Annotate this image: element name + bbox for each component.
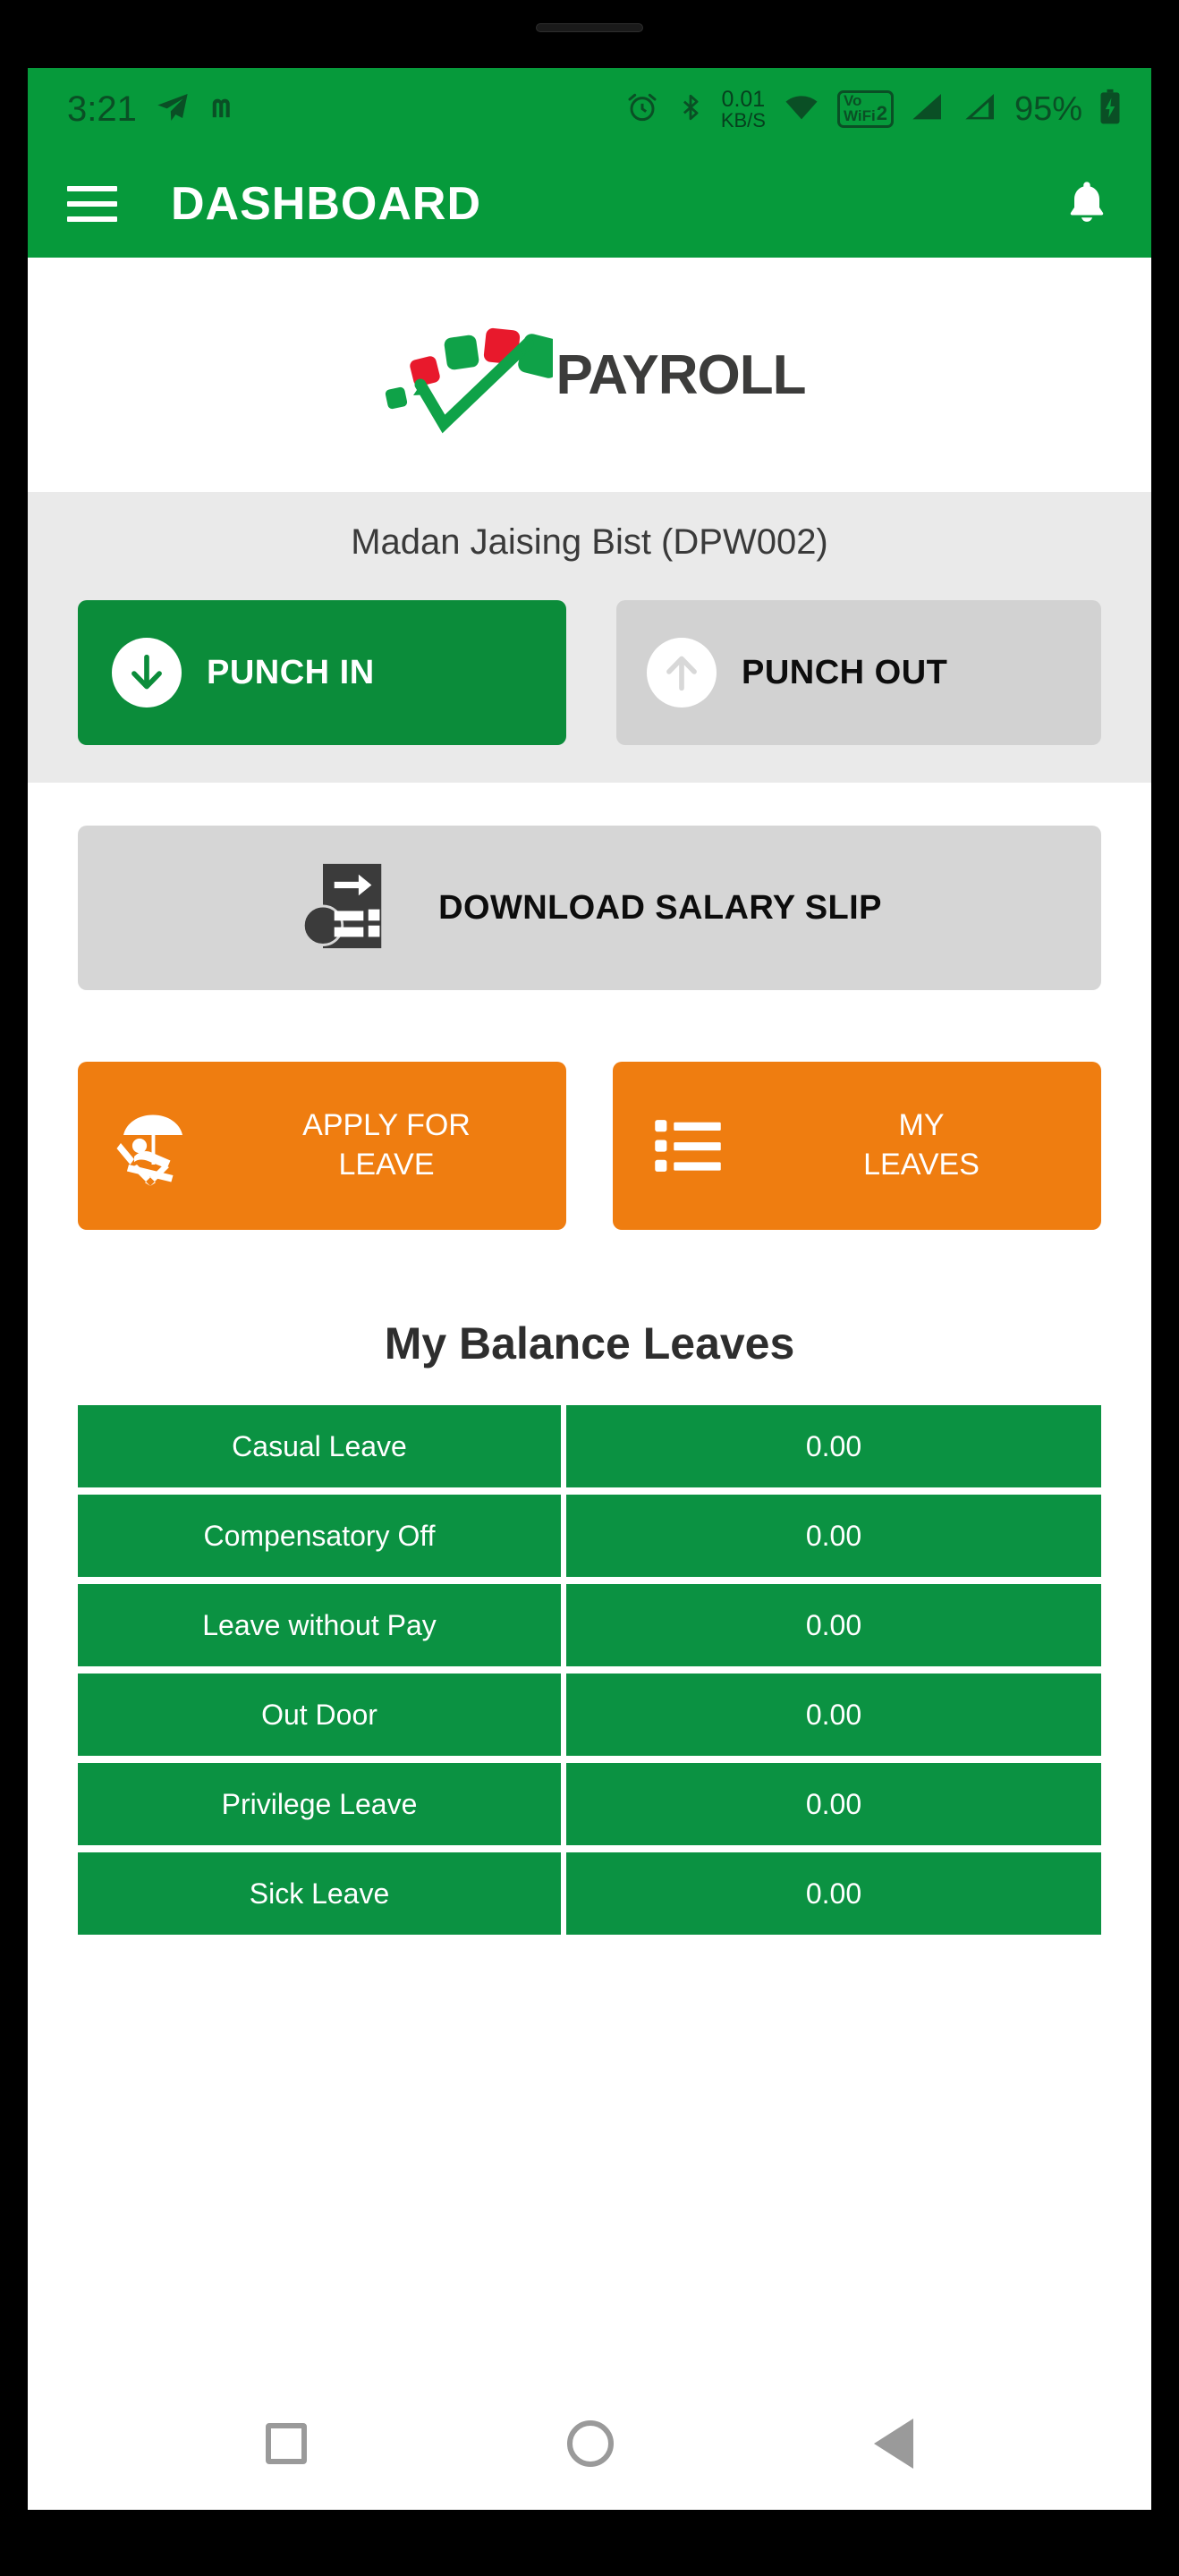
table-row: Compensatory Off 0.00 [78, 1495, 1101, 1577]
table-row: Privilege Leave 0.00 [78, 1763, 1101, 1845]
apply-for-leave-label: APPLY FOR LEAVE [228, 1106, 566, 1184]
network-speed-unit: KB/S [720, 108, 766, 131]
brand-logo: PAYROLL [374, 306, 806, 445]
network-speed-indicator: 0.01 KB/S [720, 86, 766, 131]
download-salary-slip-label: DOWNLOAD SALARY SLIP [438, 888, 882, 927]
punch-out-button[interactable]: PUNCH OUT [616, 600, 1101, 745]
my-leaves-button[interactable]: MY LEAVES [613, 1062, 1101, 1230]
balance-leaves-table: Casual Leave 0.00 Compensatory Off 0.00 … [28, 1405, 1151, 1935]
balance-leaves-title: My Balance Leaves [28, 1230, 1151, 1405]
leave-value-cell: 0.00 [566, 1763, 1101, 1845]
salary-slip-section: DOWNLOAD SALARY SLIP [28, 783, 1151, 990]
employee-name: Madan Jaising Bist (DPW002) [351, 522, 828, 562]
punch-in-label: PUNCH IN [207, 653, 375, 691]
download-salary-slip-button[interactable]: DOWNLOAD SALARY SLIP [78, 826, 1101, 990]
status-time: 3:21 [67, 89, 137, 129]
table-row: Casual Leave 0.00 [78, 1405, 1101, 1487]
status-bar: 3:21 0.01 KB/S Vo WiFi 2 95% [28, 68, 1151, 150]
leave-type-cell: Compensatory Off [78, 1495, 561, 1577]
notification-bell-icon[interactable] [1062, 175, 1112, 233]
signal-bars-icon-sim2 [962, 89, 999, 130]
vowifi-sim-number: 2 [876, 101, 887, 124]
punch-in-button[interactable]: PUNCH IN [78, 600, 566, 745]
table-row: Leave without Pay 0.00 [78, 1584, 1101, 1666]
leave-value-cell: 0.00 [566, 1852, 1101, 1935]
square-recents-icon[interactable] [265, 2423, 307, 2464]
wifi-icon [781, 89, 822, 130]
battery-charging-icon [1098, 89, 1123, 131]
arrow-up-circle-icon [647, 638, 717, 708]
status-bar-left: 3:21 [67, 89, 242, 130]
hamburger-menu-icon[interactable] [67, 186, 117, 222]
table-row: Out Door 0.00 [78, 1674, 1101, 1756]
vowifi-bottom-text: WiFi [843, 106, 876, 124]
my-leaves-label: MY LEAVES [763, 1106, 1101, 1184]
apply-for-leave-button[interactable]: APPLY FOR LEAVE [78, 1062, 566, 1230]
leave-type-cell: Casual Leave [78, 1405, 561, 1487]
leave-value-cell: 0.00 [566, 1584, 1101, 1666]
triangle-back-icon[interactable] [874, 2419, 914, 2469]
phone-device: 3:21 0.01 KB/S Vo WiFi 2 95% DASHBOARD P… [0, 0, 1179, 2576]
battery-percent-text: 95% [1014, 89, 1082, 128]
leave-value-cell: 0.00 [566, 1495, 1101, 1577]
apply-for-leave-label-line2: LEAVE [338, 1148, 435, 1182]
page-title: DASHBOARD [171, 178, 481, 230]
m-app-icon [208, 89, 242, 130]
list-bullets-icon [613, 1108, 763, 1183]
send-icon [155, 89, 191, 130]
bluetooth-icon [675, 89, 706, 130]
arrow-down-circle-icon [112, 638, 182, 708]
leave-action-row: APPLY FOR LEAVE MY LEAVES [28, 990, 1151, 1230]
earpiece-speaker [536, 23, 643, 32]
brand-name: PAYROLL [556, 343, 807, 406]
salary-slip-document-icon [297, 854, 401, 962]
circle-home-icon[interactable] [566, 2420, 614, 2467]
payroll-checkmark-logo-icon [374, 306, 563, 445]
my-leaves-label-line1: MY [898, 1108, 945, 1143]
vowifi-badge: Vo WiFi 2 [836, 90, 894, 128]
leave-type-cell: Out Door [78, 1674, 561, 1756]
punch-button-row: PUNCH IN PUNCH OUT [28, 600, 1151, 745]
leave-type-cell: Leave without Pay [78, 1584, 561, 1666]
punch-section: Madan Jaising Bist (DPW002) PUNCH IN PUN… [28, 492, 1151, 783]
android-navigation-bar [28, 2377, 1151, 2510]
brand-logo-band: PAYROLL [28, 258, 1151, 492]
beach-chair-umbrella-icon [78, 1103, 228, 1189]
status-bar-right: 0.01 KB/S Vo WiFi 2 95% [624, 86, 1123, 131]
punch-out-label: PUNCH OUT [742, 653, 948, 691]
leave-value-cell: 0.00 [566, 1674, 1101, 1756]
app-bar: DASHBOARD [28, 150, 1151, 258]
signal-bars-icon [909, 89, 946, 130]
leave-type-cell: Sick Leave [78, 1852, 561, 1935]
phone-screen: 3:21 0.01 KB/S Vo WiFi 2 95% DASHBOARD P… [28, 68, 1151, 2510]
network-speed-value: 0.01 [721, 86, 766, 112]
table-row: Sick Leave 0.00 [78, 1852, 1101, 1935]
leave-type-cell: Privilege Leave [78, 1763, 561, 1845]
leave-value-cell: 0.00 [566, 1405, 1101, 1487]
my-leaves-label-line2: LEAVES [863, 1148, 980, 1182]
alarm-clock-icon [624, 89, 660, 130]
apply-for-leave-label-line1: APPLY FOR [302, 1108, 471, 1143]
